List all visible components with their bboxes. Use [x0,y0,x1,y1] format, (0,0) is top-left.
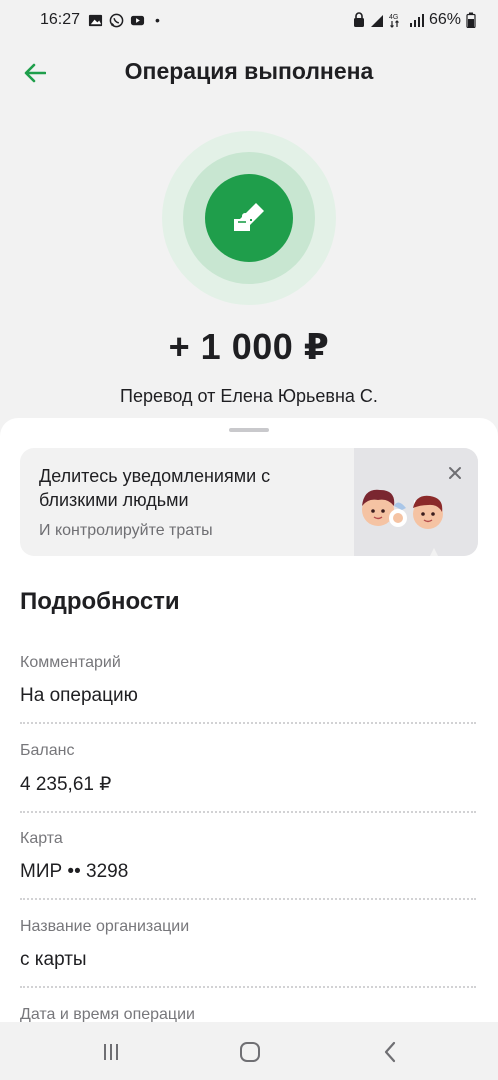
dotted-divider [20,811,476,813]
detail-label: Карта [20,830,63,847]
image-icon [88,14,103,26]
recent-apps-button[interactable] [99,1040,123,1064]
detail-balance: Баланс 4 235,61 ₽ [20,742,476,813]
youtube-icon [130,15,145,25]
dotted-divider [20,722,476,724]
network-4g-icon: 4G [389,14,399,28]
app-header: Операция выполнена [0,44,498,100]
detail-label: Комментарий [20,654,121,671]
signal-r-icon [370,15,383,27]
promo-close-button[interactable] [444,462,466,484]
detail-value: с карты [20,949,87,970]
signal-bars-icon [409,14,424,27]
alarm-lock-icon [353,12,364,27]
detail-comment: Комментарий На операцию [20,654,476,724]
detail-value: 4 235,61 ₽ [20,774,112,795]
status-time: 16:27 [40,11,81,28]
dotted-divider [20,986,476,988]
detail-datetime: Дата и время операции [20,1006,476,1022]
chevron-left-icon [384,1041,396,1063]
share-notifications-banner[interactable]: Делитесь уведомлениями с близкими людьми… [20,448,478,556]
detail-organization: Название организации с карты [20,918,476,988]
detail-label: Название организации [20,918,190,935]
dotted-divider [20,898,476,900]
transfer-icon-circle [205,174,293,262]
promo-subtitle: И контролируйте траты [39,522,213,539]
recent-apps-icon [104,1044,118,1060]
sheet-drag-handle[interactable] [229,428,269,432]
transfer-amount: + 1 000 ₽ [168,326,330,367]
whatsapp-icon [109,13,124,27]
promo-title: Делитесь уведомлениями с близкими людьми [39,466,271,510]
status-bar: 16:27 • 4G 66% [0,0,498,40]
transfer-sender: Перевод от Елена Юрьевна С. [120,386,378,406]
system-nav-bar [0,1022,498,1080]
detail-card: Карта МИР •• 3298 [20,830,476,900]
system-back-button[interactable] [378,1040,402,1064]
page-title: Операция выполнена [124,58,374,84]
status-dot: • [155,12,160,28]
home-button[interactable] [238,1040,262,1064]
detail-label: Баланс [20,742,75,759]
details-title: Подробности [20,588,180,615]
incoming-transfer-icon [234,203,264,231]
detail-label: Дата и время операции [20,1006,195,1022]
battery-percent: 66% [428,11,461,28]
home-icon [240,1042,260,1062]
detail-value: На операцию [20,685,138,706]
detail-value: МИР •• 3298 [20,861,129,882]
details-sheet: Делитесь уведомлениями с близкими людьми… [0,418,498,1022]
battery-icon [466,12,476,28]
close-icon [449,467,461,479]
svg-text:4G: 4G [389,14,398,21]
